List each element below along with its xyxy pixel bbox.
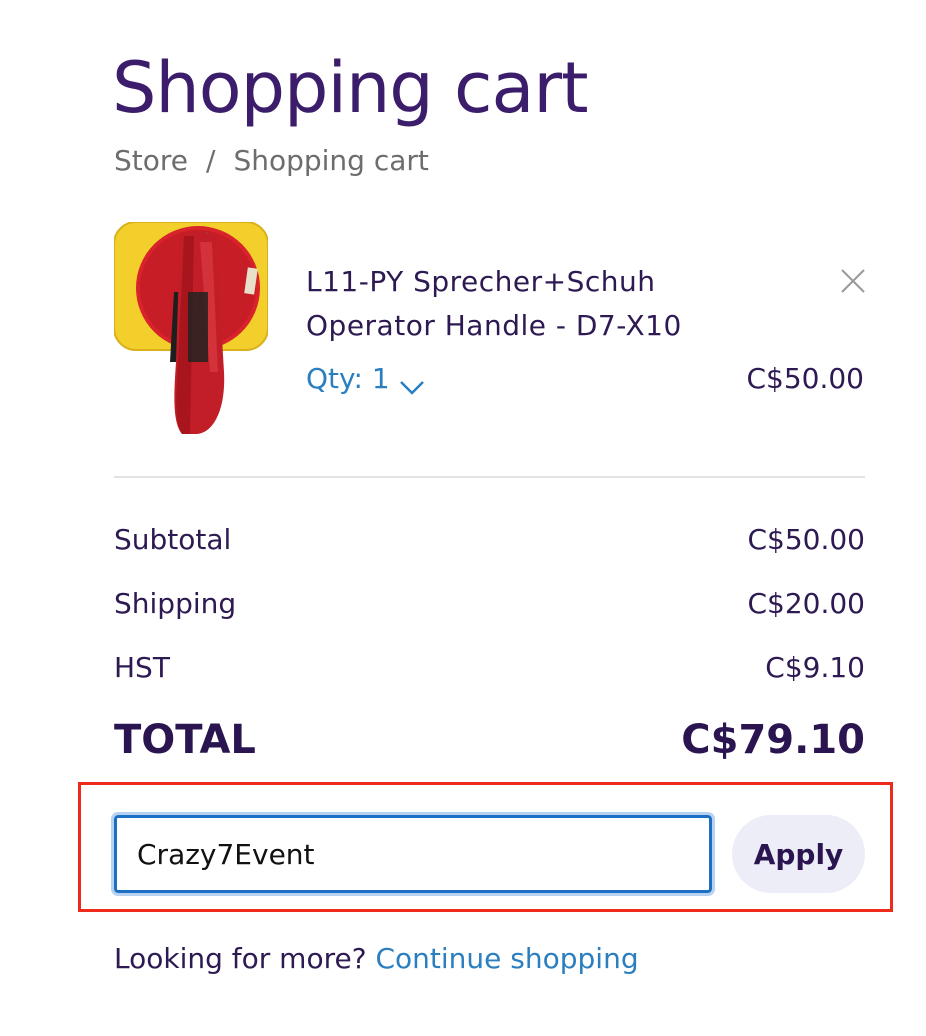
product-image[interactable]: [113, 221, 269, 436]
shipping-label: Shipping: [114, 587, 237, 620]
close-icon: [841, 269, 865, 293]
chevron-down-icon: [398, 369, 426, 395]
shipping-value: C$20.00: [747, 587, 865, 620]
total-row: TOTAL C$79.10: [114, 716, 865, 764]
tax-row: HST C$9.10: [114, 650, 865, 686]
product-name[interactable]: L11-PY Sprecher+Schuh Operator Handle - …: [306, 260, 776, 348]
shipping-row: Shipping C$20.00: [114, 586, 865, 622]
quantity-select[interactable]: Qty: 1: [306, 360, 426, 398]
quantity-label: Qty: 1: [306, 362, 390, 395]
breadcrumb-store-link[interactable]: Store: [114, 144, 188, 177]
remove-item-button[interactable]: [838, 266, 868, 296]
continue-shopping-link[interactable]: Continue shopping: [375, 942, 638, 975]
apply-coupon-button[interactable]: Apply: [732, 815, 865, 893]
continue-shopping-line: Looking for more? Continue shopping: [114, 940, 639, 978]
total-label: TOTAL: [114, 717, 256, 763]
tax-label: HST: [114, 651, 170, 684]
tax-value: C$9.10: [765, 651, 865, 684]
page-title: Shopping cart: [112, 47, 589, 129]
breadcrumb: Store / Shopping cart: [114, 144, 429, 178]
divider: [114, 476, 865, 478]
coupon-code-input[interactable]: [111, 812, 715, 896]
subtotal-value: C$50.00: [747, 523, 865, 556]
total-value: C$79.10: [681, 717, 865, 763]
looking-for-more-text: Looking for more?: [114, 942, 367, 975]
line-item-price: C$50.00: [746, 362, 864, 395]
breadcrumb-separator: /: [206, 144, 216, 177]
subtotal-label: Subtotal: [114, 523, 232, 556]
breadcrumb-current: Shopping cart: [233, 144, 429, 177]
subtotal-row: Subtotal C$50.00: [114, 522, 865, 558]
